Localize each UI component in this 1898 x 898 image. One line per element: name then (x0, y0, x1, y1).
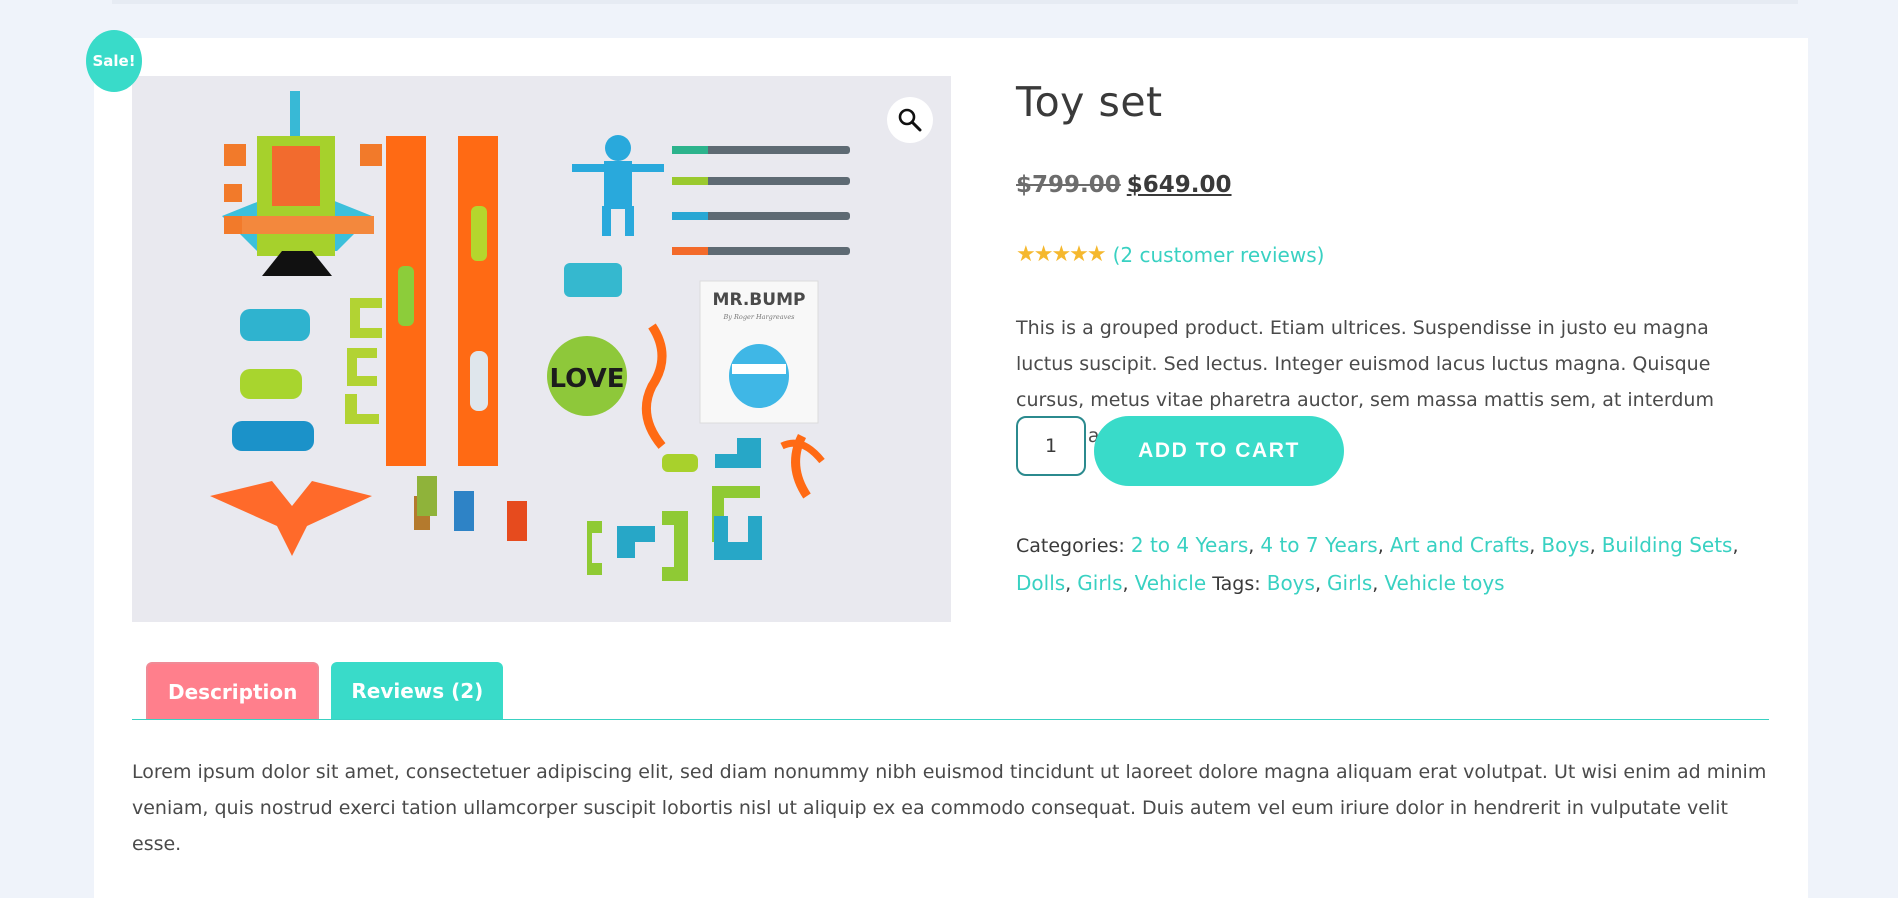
top-strip (112, 0, 1798, 4)
zoom-button[interactable] (887, 97, 933, 143)
tag-link[interactable]: Boys (1267, 571, 1315, 595)
svg-text:LOVE: LOVE (550, 364, 625, 394)
star-rating-icon: ★★★★★ (1016, 242, 1107, 267)
add-to-cart-button[interactable]: ADD TO CART (1094, 416, 1344, 486)
svg-text:MR.BUMP: MR.BUMP (713, 290, 806, 310)
customer-reviews-link[interactable]: (2 customer reviews) (1113, 243, 1325, 267)
categories-label: Categories: (1016, 535, 1125, 557)
category-link[interactable]: Dolls (1016, 571, 1065, 595)
tag-link[interactable]: Vehicle toys (1384, 571, 1504, 595)
category-link[interactable]: Art and Crafts (1390, 533, 1529, 557)
tag-link[interactable]: Girls (1327, 571, 1372, 595)
category-link[interactable]: Building Sets (1602, 533, 1733, 557)
category-link[interactable]: Boys (1541, 533, 1589, 557)
toy-set-illustration: MR.BUMP By Roger Hargreaves LOVE (132, 76, 951, 622)
tab-reviews[interactable]: Reviews (2) (331, 662, 504, 720)
tags-label: Tags: (1212, 573, 1261, 595)
product-image[interactable]: MR.BUMP By Roger Hargreaves LOVE (132, 76, 951, 622)
tabs-divider (132, 719, 1769, 720)
quantity-input[interactable]: 1 (1016, 416, 1086, 476)
svg-text:By Roger Hargreaves: By Roger Hargreaves (723, 313, 796, 321)
sale-badge: Sale! (86, 30, 142, 92)
price: $799.00 $649.00 (1016, 172, 1232, 198)
category-link[interactable]: 4 to 7 Years (1260, 533, 1377, 557)
magnifier-icon (898, 108, 922, 132)
category-link[interactable]: 2 to 4 Years (1131, 533, 1248, 557)
original-price: $799.00 (1016, 172, 1121, 198)
book-mr-bump: MR.BUMP By Roger Hargreaves (699, 280, 819, 424)
product-tabs: Description Reviews (2) (146, 662, 504, 720)
product-meta: Categories: 2 to 4 Years, 4 to 7 Years, … (1016, 533, 1739, 595)
category-link[interactable]: Vehicle (1135, 571, 1207, 595)
description-panel: Lorem ipsum dolor sit amet, consectetuer… (132, 761, 1767, 855)
sale-price: $649.00 (1126, 172, 1232, 198)
rating: ★★★★★ (2 customer reviews) (1016, 242, 1324, 267)
tab-description[interactable]: Description (146, 662, 320, 720)
category-link[interactable]: Girls (1077, 571, 1122, 595)
product-title: Toy set (1016, 78, 1163, 126)
